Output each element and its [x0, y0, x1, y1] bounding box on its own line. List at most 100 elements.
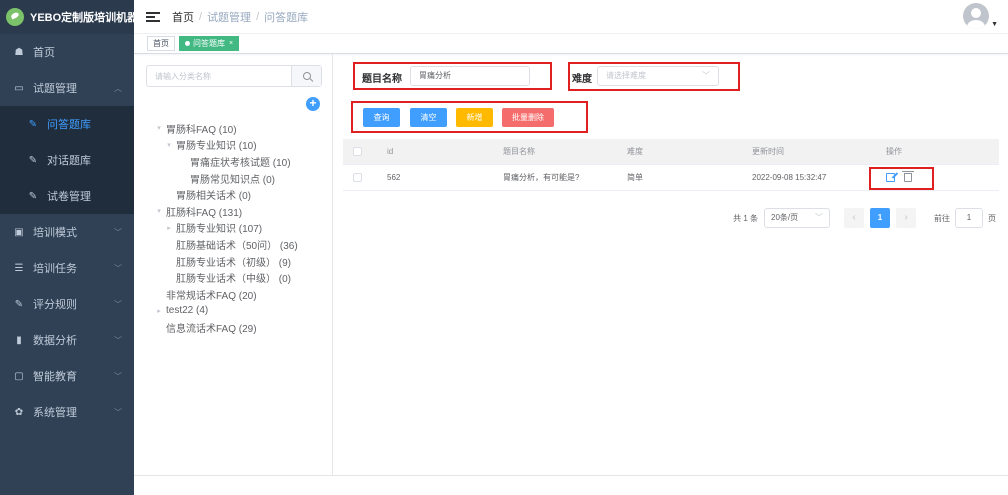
- tag-label: 问答题库: [193, 39, 225, 48]
- chevron-down-icon: ﹀: [114, 335, 122, 345]
- main-content: 题目名称 胃痛分析 难度 请选择难度 ﹀ 查询 清空 新增 批量删除 id 题目…: [333, 54, 1008, 475]
- sidebar-item-dialog-bank[interactable]: ✎ 对话题库: [0, 142, 134, 178]
- edit-icon: ✎: [28, 154, 38, 166]
- batch-delete-button[interactable]: 批量删除: [502, 108, 554, 127]
- table-header: id 题目名称 难度 更新时间 操作: [343, 139, 999, 165]
- tree-node[interactable]: 肛肠专业话术（初级） (9): [134, 253, 333, 270]
- sidebar-item-training-task[interactable]: ☰ 培训任务 ﹀: [0, 250, 134, 286]
- tree-node[interactable]: ▾ 胃肠科FAQ (10): [134, 120, 333, 137]
- category-search-button[interactable]: [291, 66, 321, 86]
- select-all-checkbox[interactable]: [353, 147, 362, 156]
- add-button[interactable]: 新增: [456, 108, 493, 127]
- sidebar-item-data-analysis[interactable]: ▮ 数据分析 ﹀: [0, 322, 134, 358]
- tree-node-label: 信息流话术FAQ (29): [166, 323, 257, 335]
- page-size-select[interactable]: 20条/页 ﹀: [764, 208, 830, 228]
- page-number-button[interactable]: 1: [870, 208, 890, 228]
- category-tree-panel: + ▾胃肠科FAQ (10)▾胃肠专业知识 (10)胃痛症状考核试题 (10) 胃…: [134, 54, 333, 475]
- query-button[interactable]: 查询: [363, 108, 400, 127]
- chevron-down-icon: ﹀: [114, 263, 122, 273]
- tag-label: 首页: [153, 39, 169, 48]
- prev-page-button[interactable]: ‹: [844, 208, 864, 228]
- close-icon[interactable]: ×: [229, 37, 233, 50]
- breadcrumb-home[interactable]: 首页: [172, 9, 194, 25]
- tree-node[interactable]: ▸ 肛肠专业知识 (107): [134, 220, 333, 237]
- sidebar-item-system-management[interactable]: ✿ 系统管理 ﹀: [0, 394, 134, 430]
- tree-node[interactable]: 非常规话术FAQ (20): [134, 286, 333, 303]
- add-category-button[interactable]: +: [306, 97, 320, 111]
- question-name-input[interactable]: 胃痛分析: [410, 66, 530, 86]
- sidebar-item-label: 智能教育: [33, 371, 77, 383]
- caret-down-icon[interactable]: ▾: [154, 124, 164, 132]
- book-icon: ▭: [14, 82, 24, 94]
- question-name-label: 题目名称: [362, 74, 402, 85]
- chevron-down-icon: ﹀: [815, 213, 823, 222]
- sidebar-item-paper-management[interactable]: ✎ 试卷管理: [0, 178, 134, 214]
- edit-icon: ✎: [28, 190, 38, 202]
- category-search-input[interactable]: [147, 66, 291, 86]
- tag-qa-bank[interactable]: 问答题库 ×: [179, 36, 240, 51]
- top-navbar: 首页 / 试题管理 / 问答题库 ▼: [134, 0, 1008, 34]
- page-size-value: 20条/页: [771, 213, 799, 222]
- sidebar-item-smart-education[interactable]: ▢ 智能教育 ﹀: [0, 358, 134, 394]
- sidebar-item-scoring-rules[interactable]: ✎ 评分规则 ﹀: [0, 286, 134, 322]
- caret-right-icon[interactable]: ▸: [164, 224, 174, 232]
- category-search: [146, 65, 322, 87]
- pagination: 共 1 条 20条/页 ﹀ ‹ 1 › 前往 1 页: [733, 208, 996, 228]
- tree-node[interactable]: ▾ 肛肠科FAQ (131): [134, 203, 333, 220]
- tree-node[interactable]: 肛肠专业话术（中级） (0): [134, 269, 333, 286]
- row-checkbox[interactable]: [353, 173, 362, 182]
- chevron-down-icon: ﹀: [114, 407, 122, 417]
- sidebar-item-label: 评分规则: [33, 299, 77, 311]
- tag-home[interactable]: 首页: [147, 36, 175, 51]
- sidebar-item-label: 对话题库: [47, 155, 91, 167]
- tree-node-label: 非常规话术FAQ (20): [166, 290, 257, 302]
- sidebar-item-label: 首页: [33, 47, 55, 59]
- sidebar: YEBO定制版培训机器人 ☗ 首页 ▭ 试题管理 ︿ ✎ 问答题库 ✎ 对话题库…: [0, 0, 149, 495]
- app-logo[interactable]: YEBO定制版培训机器人: [0, 0, 149, 34]
- breadcrumb-question-management: 试题管理: [207, 11, 252, 24]
- tree-node-label: 胃肠常见知识点 (0): [190, 174, 275, 186]
- goto-page: 前往 1 页: [934, 208, 996, 228]
- difficulty-label: 难度: [572, 74, 592, 85]
- sidebar-item-question-management[interactable]: ▭ 试题管理 ︿: [0, 70, 134, 106]
- tree-node[interactable]: 肛肠基础话术（50问） (36): [134, 236, 333, 253]
- cell-id: 562: [387, 173, 401, 182]
- breadcrumb-separator: /: [199, 10, 203, 23]
- tree-node[interactable]: 胃痛症状考核试题 (10): [134, 153, 333, 170]
- screen-icon: ▢: [14, 370, 24, 382]
- avatar[interactable]: [963, 3, 990, 29]
- tree-node[interactable]: ▾ 胃肠专业知识 (10): [134, 137, 333, 154]
- tree-node-label: test22 (4): [166, 305, 209, 317]
- user-menu[interactable]: ▼: [963, 3, 998, 29]
- tree-node[interactable]: 信息流话术FAQ (29): [134, 319, 333, 336]
- tree-node[interactable]: 胃肠相关话术 (0): [134, 186, 333, 203]
- sidebar-item-training-mode[interactable]: ▣ 培训模式 ﹀: [0, 214, 134, 250]
- sidebar-item-qa-bank[interactable]: ✎ 问答题库: [0, 106, 134, 142]
- tree-node[interactable]: 胃肠常见知识点 (0): [134, 170, 333, 187]
- sidebar-item-label: 培训模式: [33, 227, 77, 239]
- clear-button[interactable]: 清空: [410, 108, 447, 127]
- tree-node-label: 肛肠专业话术（初级） (9): [176, 257, 291, 269]
- pagination-total: 共 1 条: [733, 213, 758, 223]
- search-icon: [302, 72, 311, 80]
- monitor-icon: ▣: [14, 226, 24, 238]
- caret-right-icon[interactable]: ▸: [154, 307, 164, 315]
- sidebar-item-home[interactable]: ☗ 首页: [0, 34, 134, 70]
- tree-node[interactable]: ▸ test22 (4): [134, 303, 333, 320]
- tree-node-label: 肛肠科FAQ (131): [166, 207, 243, 219]
- sidebar-item-label: 数据分析: [33, 335, 77, 347]
- hamburger-icon[interactable]: [146, 11, 160, 22]
- edit-icon: ✎: [28, 118, 38, 130]
- next-page-button[interactable]: ›: [896, 208, 916, 228]
- chevron-down-icon: ﹀: [114, 227, 122, 237]
- breadcrumb-qa-bank: 问答题库: [264, 11, 309, 24]
- bar-chart-icon: ▮: [16, 334, 22, 346]
- cell-difficulty: 简单: [627, 173, 643, 182]
- row-select-cell: [343, 173, 387, 182]
- goto-page-input[interactable]: 1: [955, 208, 983, 228]
- sidebar-item-label: 培训任务: [33, 263, 77, 275]
- difficulty-select[interactable]: 请选择难度 ﹀: [597, 66, 719, 86]
- sidebar-item-label: 试卷管理: [47, 191, 91, 203]
- caret-down-icon[interactable]: ▾: [164, 141, 174, 149]
- caret-down-icon[interactable]: ▾: [154, 207, 164, 215]
